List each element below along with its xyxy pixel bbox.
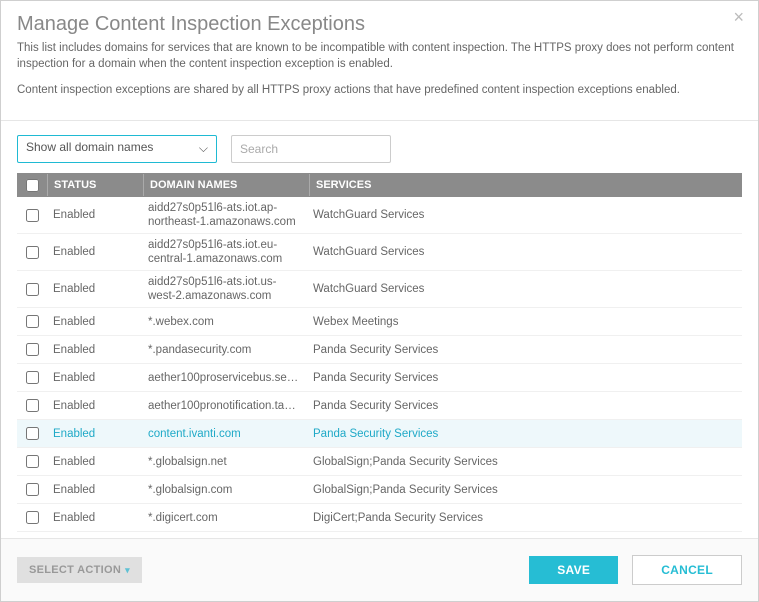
chevron-down-icon: ▾ bbox=[125, 565, 130, 575]
col-header-services[interactable]: SERVICES bbox=[310, 179, 742, 191]
cell-status: Enabled bbox=[47, 484, 142, 496]
footer: SELECT ACTION▾ SAVE CANCEL bbox=[1, 538, 758, 601]
cell-services: Panda Security Services bbox=[307, 428, 742, 440]
cell-status: Enabled bbox=[47, 316, 142, 328]
cell-domain: aidd27s0p51l6-ats.iot.us-west-2.amazonaw… bbox=[142, 275, 307, 303]
cell-status: Enabled bbox=[47, 400, 142, 412]
cell-status: Enabled bbox=[47, 512, 142, 524]
row-checkbox[interactable] bbox=[26, 455, 39, 468]
cell-domain: *.globalsign.net bbox=[142, 456, 307, 468]
row-checkbox[interactable] bbox=[26, 283, 39, 296]
controls-bar: Show all domain names bbox=[1, 121, 758, 173]
cell-domain: *.pandasecurity.com bbox=[142, 344, 307, 356]
header: Manage Content Inspection Exceptions Thi… bbox=[1, 1, 758, 121]
cell-domain: aether100proservicebus.servicebus.window… bbox=[142, 372, 307, 384]
row-checkbox[interactable] bbox=[26, 315, 39, 328]
cancel-button[interactable]: CANCEL bbox=[632, 555, 742, 585]
exceptions-table: STATUS DOMAIN NAMES SERVICES Enabledaidd… bbox=[1, 173, 758, 538]
save-button[interactable]: SAVE bbox=[529, 556, 618, 584]
table-row[interactable]: Enabled*.digicert.comDigiCert;Panda Secu… bbox=[17, 504, 742, 532]
cell-domain: content.ivanti.com bbox=[142, 428, 307, 440]
cell-status: Enabled bbox=[47, 428, 142, 440]
row-checkbox[interactable] bbox=[26, 427, 39, 440]
table-body[interactable]: Enabledaidd27s0p51l6-ats.iot.ap-northeas… bbox=[17, 197, 742, 538]
filter-dropdown[interactable]: Show all domain names bbox=[17, 135, 217, 163]
table-row[interactable]: Enabled*.globalsign.netGlobalSign;Panda … bbox=[17, 448, 742, 476]
cell-services: WatchGuard Services bbox=[307, 246, 742, 258]
cell-domain: *.webex.com bbox=[142, 316, 307, 328]
row-checkbox[interactable] bbox=[26, 209, 39, 222]
page-title: Manage Content Inspection Exceptions bbox=[17, 13, 742, 36]
close-icon[interactable]: × bbox=[733, 7, 744, 28]
cell-domain: *.globalsign.com bbox=[142, 484, 307, 496]
search-input[interactable] bbox=[231, 135, 391, 163]
select-all-checkbox[interactable] bbox=[26, 179, 39, 192]
cell-status: Enabled bbox=[47, 456, 142, 468]
modal-manage-exceptions: × Manage Content Inspection Exceptions T… bbox=[0, 0, 759, 602]
cell-status: Enabled bbox=[47, 344, 142, 356]
row-checkbox[interactable] bbox=[26, 246, 39, 259]
table-row[interactable]: Enabled*.globalsign.comGlobalSign;Panda … bbox=[17, 476, 742, 504]
page-description: This list includes domains for services … bbox=[17, 40, 742, 98]
cell-services: WatchGuard Services bbox=[307, 209, 742, 221]
table-row[interactable]: Enabledaidd27s0p51l6-ats.iot.eu-central-… bbox=[17, 234, 742, 271]
row-checkbox[interactable] bbox=[26, 483, 39, 496]
table-row[interactable]: Enabled*.webex.comWebex Meetings bbox=[17, 308, 742, 336]
table-row[interactable]: Enabledaidd27s0p51l6-ats.iot.us-west-2.a… bbox=[17, 271, 742, 308]
row-checkbox[interactable] bbox=[26, 399, 39, 412]
table-row[interactable]: Enabledaether100proservicebus.servicebus… bbox=[17, 364, 742, 392]
cell-services: WatchGuard Services bbox=[307, 283, 742, 295]
table-row[interactable]: Enabledcontent.ivanti.comPanda Security … bbox=[17, 420, 742, 448]
cell-services: Panda Security Services bbox=[307, 372, 742, 384]
col-header-domain[interactable]: DOMAIN NAMES bbox=[144, 179, 309, 191]
cell-domain: aidd27s0p51l6-ats.iot.eu-central-1.amazo… bbox=[142, 238, 307, 266]
row-checkbox[interactable] bbox=[26, 343, 39, 356]
select-action-button[interactable]: SELECT ACTION▾ bbox=[17, 557, 142, 583]
cell-services: DigiCert;Panda Security Services bbox=[307, 512, 742, 524]
cell-services: Panda Security Services bbox=[307, 344, 742, 356]
cell-status: Enabled bbox=[47, 372, 142, 384]
cell-domain: aether100pronotification.table.core.wind… bbox=[142, 400, 307, 412]
row-checkbox[interactable] bbox=[26, 371, 39, 384]
cell-status: Enabled bbox=[47, 209, 142, 221]
row-checkbox[interactable] bbox=[26, 511, 39, 524]
cell-services: Webex Meetings bbox=[307, 316, 742, 328]
filter-label: Show all domain names bbox=[26, 140, 153, 154]
table-row[interactable]: Enabledaidd27s0p51l6-ats.iot.ap-northeas… bbox=[17, 197, 742, 234]
cell-domain: aidd27s0p51l6-ats.iot.ap-northeast-1.ama… bbox=[142, 201, 307, 229]
cell-status: Enabled bbox=[47, 246, 142, 258]
table-row[interactable]: Enabled*.ctmail.comAnti Spam Protection;… bbox=[17, 532, 742, 538]
cell-domain: *.digicert.com bbox=[142, 512, 307, 524]
col-header-status[interactable]: STATUS bbox=[48, 179, 143, 191]
select-all-cell bbox=[17, 176, 47, 195]
table-row[interactable]: Enabledaether100pronotification.table.co… bbox=[17, 392, 742, 420]
cell-services: Panda Security Services bbox=[307, 400, 742, 412]
table-row[interactable]: Enabled*.pandasecurity.comPanda Security… bbox=[17, 336, 742, 364]
cell-status: Enabled bbox=[47, 283, 142, 295]
table-header: STATUS DOMAIN NAMES SERVICES bbox=[17, 173, 742, 197]
cell-services: GlobalSign;Panda Security Services bbox=[307, 456, 742, 468]
cell-services: GlobalSign;Panda Security Services bbox=[307, 484, 742, 496]
